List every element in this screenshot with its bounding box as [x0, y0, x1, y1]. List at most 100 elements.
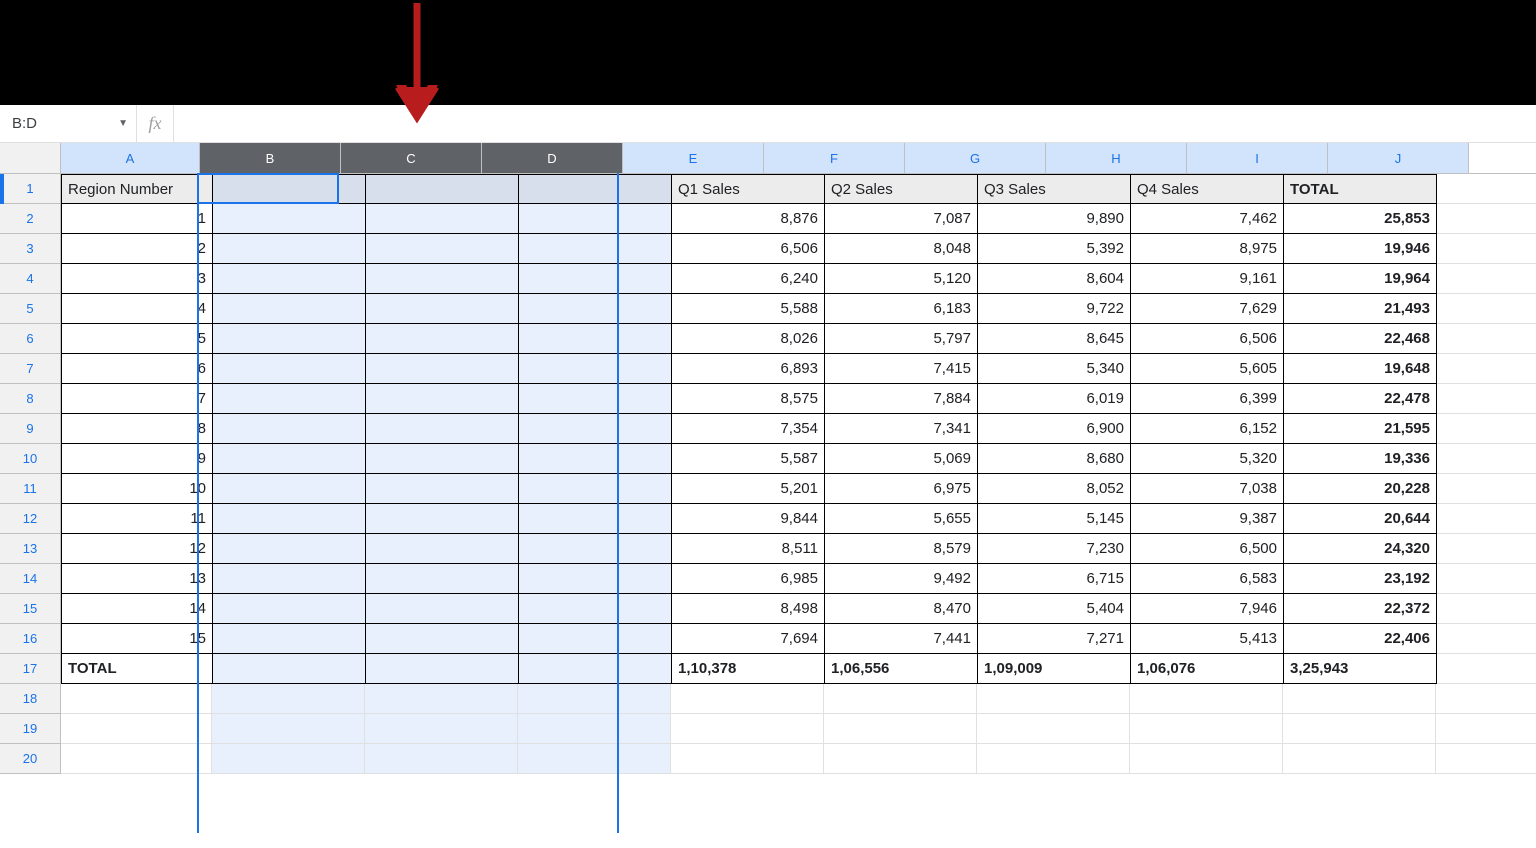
- spreadsheet-grid[interactable]: A B C D E F G H I J 1Region NumberQ1 Sal…: [0, 143, 1536, 774]
- cell-I[interactable]: 19,946: [1284, 234, 1437, 264]
- cell-E[interactable]: 6,893: [672, 354, 825, 384]
- cell-C[interactable]: [366, 624, 519, 654]
- cell-D[interactable]: [518, 744, 671, 774]
- col-header-A[interactable]: A: [61, 143, 200, 173]
- cell-C[interactable]: [366, 264, 519, 294]
- cell-E[interactable]: Q1 Sales: [672, 174, 825, 204]
- cell-A[interactable]: 8: [61, 414, 213, 444]
- row-header[interactable]: 10: [0, 444, 61, 474]
- cell-E[interactable]: 7,354: [672, 414, 825, 444]
- cell-H[interactable]: 5,320: [1131, 444, 1284, 474]
- cell-E[interactable]: 5,587: [672, 444, 825, 474]
- cell-J[interactable]: [1437, 294, 1536, 324]
- name-box[interactable]: B:D ▼: [0, 105, 137, 142]
- cell-H[interactable]: 7,629: [1131, 294, 1284, 324]
- cell-A[interactable]: Region Number: [61, 174, 213, 204]
- cell-B[interactable]: [212, 714, 365, 744]
- cell-A[interactable]: 13: [61, 564, 213, 594]
- col-header-C[interactable]: C: [341, 143, 482, 173]
- cell-C[interactable]: [366, 234, 519, 264]
- cell-H[interactable]: Q4 Sales: [1131, 174, 1284, 204]
- cell-A[interactable]: 9: [61, 444, 213, 474]
- cell-G[interactable]: 7,230: [978, 534, 1131, 564]
- cell-D[interactable]: [519, 444, 672, 474]
- row-header[interactable]: 5: [0, 294, 61, 324]
- cell-C[interactable]: [365, 744, 518, 774]
- cell-D[interactable]: [519, 294, 672, 324]
- cell-E[interactable]: 8,498: [672, 594, 825, 624]
- cell-B[interactable]: [213, 174, 366, 204]
- cell-C[interactable]: [366, 174, 519, 204]
- cell-E[interactable]: 5,588: [672, 294, 825, 324]
- cell-C[interactable]: [366, 564, 519, 594]
- cell-F[interactable]: 7,341: [825, 414, 978, 444]
- cell-C[interactable]: [366, 324, 519, 354]
- cell-H[interactable]: 6,583: [1131, 564, 1284, 594]
- cell-H[interactable]: 5,605: [1131, 354, 1284, 384]
- col-header-B[interactable]: B: [200, 143, 341, 173]
- cell-J[interactable]: [1437, 624, 1536, 654]
- cell-H[interactable]: 6,399: [1131, 384, 1284, 414]
- cell-J[interactable]: [1437, 474, 1536, 504]
- cell-D[interactable]: [519, 654, 672, 684]
- cell-E[interactable]: 8,575: [672, 384, 825, 414]
- cell-H[interactable]: [1130, 744, 1283, 774]
- cell-F[interactable]: [824, 714, 977, 744]
- cell-J[interactable]: [1437, 534, 1536, 564]
- cell-F[interactable]: 6,975: [825, 474, 978, 504]
- row-header[interactable]: 20: [0, 744, 61, 774]
- cell-G[interactable]: 7,271: [978, 624, 1131, 654]
- cell-J[interactable]: [1437, 264, 1536, 294]
- select-all-corner[interactable]: [0, 143, 61, 173]
- cell-H[interactable]: 6,152: [1131, 414, 1284, 444]
- cell-C[interactable]: [366, 444, 519, 474]
- cell-C[interactable]: [366, 384, 519, 414]
- cell-G[interactable]: [977, 714, 1130, 744]
- row-header[interactable]: 13: [0, 534, 61, 564]
- cell-J[interactable]: [1437, 354, 1536, 384]
- cell-H[interactable]: 6,506: [1131, 324, 1284, 354]
- cell-I[interactable]: 21,493: [1284, 294, 1437, 324]
- cell-A[interactable]: 3: [61, 264, 213, 294]
- cell-I[interactable]: 21,595: [1284, 414, 1437, 444]
- cell-I[interactable]: 19,336: [1284, 444, 1437, 474]
- cell-G[interactable]: 8,604: [978, 264, 1131, 294]
- cell-E[interactable]: 6,240: [672, 264, 825, 294]
- cell-J[interactable]: [1437, 414, 1536, 444]
- cell-D[interactable]: [519, 624, 672, 654]
- cell-G[interactable]: [977, 684, 1130, 714]
- cell-I[interactable]: 22,478: [1284, 384, 1437, 414]
- cell-D[interactable]: [519, 204, 672, 234]
- cell-B[interactable]: [213, 654, 366, 684]
- cell-D[interactable]: [519, 564, 672, 594]
- cell-F[interactable]: Q2 Sales: [825, 174, 978, 204]
- cell-F[interactable]: 5,120: [825, 264, 978, 294]
- cell-H[interactable]: 1,06,076: [1131, 654, 1284, 684]
- cell-J[interactable]: [1437, 444, 1536, 474]
- row-header[interactable]: 2: [0, 204, 61, 234]
- cell-I[interactable]: 22,468: [1284, 324, 1437, 354]
- cell-J[interactable]: [1436, 744, 1536, 774]
- cell-B[interactable]: [213, 504, 366, 534]
- formula-input[interactable]: [174, 105, 1536, 142]
- cell-G[interactable]: 1,09,009: [978, 654, 1131, 684]
- cell-C[interactable]: [365, 684, 518, 714]
- cell-F[interactable]: 7,415: [825, 354, 978, 384]
- cell-E[interactable]: 1,10,378: [672, 654, 825, 684]
- cell-I[interactable]: 22,372: [1284, 594, 1437, 624]
- row-header[interactable]: 4: [0, 264, 61, 294]
- cell-G[interactable]: 8,052: [978, 474, 1131, 504]
- cell-J[interactable]: [1437, 174, 1536, 204]
- cell-I[interactable]: TOTAL: [1284, 174, 1437, 204]
- row-header[interactable]: 16: [0, 624, 61, 654]
- cell-H[interactable]: 7,038: [1131, 474, 1284, 504]
- cell-C[interactable]: [366, 654, 519, 684]
- cell-B[interactable]: [213, 474, 366, 504]
- cell-B[interactable]: [213, 324, 366, 354]
- row-header[interactable]: 19: [0, 714, 61, 744]
- cell-B[interactable]: [213, 444, 366, 474]
- cell-A[interactable]: 4: [61, 294, 213, 324]
- cell-J[interactable]: [1436, 684, 1536, 714]
- cell-G[interactable]: 9,890: [978, 204, 1131, 234]
- cell-A[interactable]: [61, 744, 212, 774]
